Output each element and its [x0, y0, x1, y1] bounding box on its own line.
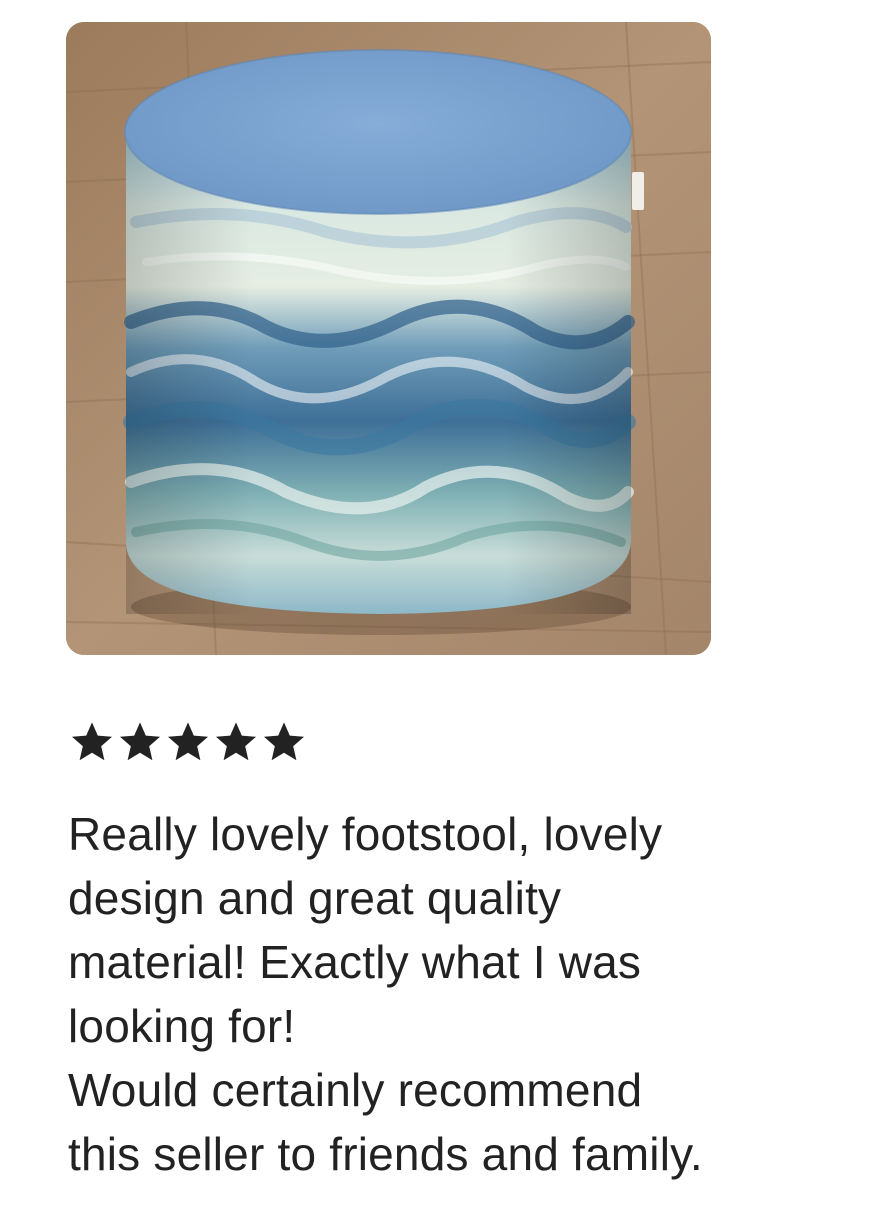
star-rating: [68, 718, 308, 766]
review-line: this seller to friends and family.: [68, 1128, 703, 1180]
star-icon: [260, 718, 308, 766]
star-icon: [164, 718, 212, 766]
review-text: Really lovely footstool, lovely design a…: [68, 802, 868, 1186]
product-photo[interactable]: [66, 22, 711, 655]
review-line: looking for!: [68, 1000, 296, 1052]
review-line: Really lovely footstool, lovely: [68, 808, 663, 860]
review-line: design and great quality: [68, 872, 562, 924]
footstool-image: [66, 22, 711, 655]
star-icon: [116, 718, 164, 766]
review-line: material! Exactly what I was: [68, 936, 642, 988]
star-icon: [68, 718, 116, 766]
star-icon: [212, 718, 260, 766]
review-line: Would certainly recommend: [68, 1064, 643, 1116]
